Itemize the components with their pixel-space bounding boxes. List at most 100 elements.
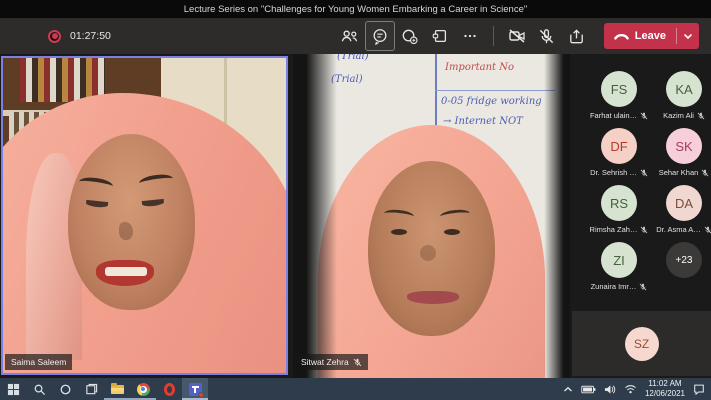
- participant-farhat[interactable]: FS Farhat ulain…: [588, 71, 650, 120]
- avatar: DF: [601, 128, 637, 164]
- participant-kazim[interactable]: KA Kazim Ali: [653, 71, 711, 120]
- task-view-button[interactable]: [78, 378, 104, 400]
- meeting-timer: 01:27:50: [70, 30, 111, 42]
- chevron-down-icon: [683, 33, 693, 40]
- people-icon: [340, 27, 359, 46]
- windows-taskbar: 11:02 AM 12/06/2021: [0, 378, 711, 400]
- search-button[interactable]: [26, 378, 52, 400]
- avatar: SZ: [625, 327, 659, 361]
- whiteboard-text: → Internet NOT: [443, 116, 523, 127]
- breakout-rooms-icon: [431, 27, 449, 45]
- toolbar-divider: [493, 26, 494, 46]
- participant-name: Saima Saleem: [11, 357, 66, 367]
- reactions-icon: [400, 27, 419, 46]
- teams-button[interactable]: [182, 378, 208, 400]
- avatar: SK: [666, 128, 702, 164]
- battery-icon: [581, 385, 596, 394]
- meeting-toolbar: 01:27:50: [0, 18, 711, 54]
- leave-button-label: Leave: [635, 30, 666, 42]
- participants-button[interactable]: [335, 21, 365, 51]
- avatar: RS: [601, 185, 637, 221]
- video-tile-sitwat-zehra[interactable]: (Trial) (Trial) Important No 0-05 fridge…: [293, 54, 570, 378]
- recording-icon: [48, 30, 61, 43]
- window-title: Lecture Series on "Challenges for Young …: [184, 4, 527, 15]
- opera-button[interactable]: [156, 378, 182, 400]
- hidden-icons-button[interactable]: [563, 386, 573, 393]
- cortana-icon: [59, 383, 72, 396]
- muted-mic-icon: [640, 226, 648, 234]
- chat-icon: [371, 27, 389, 45]
- file-explorer-button[interactable]: [104, 378, 130, 400]
- clock-time: 11:02 AM: [645, 379, 685, 389]
- participant-sehrish[interactable]: DF Dr. Sehrish …: [588, 128, 650, 177]
- network-button[interactable]: [624, 384, 637, 394]
- chevron-up-icon: [563, 386, 573, 393]
- mic-toggle-button[interactable]: [532, 21, 562, 51]
- participant-overflow-count[interactable]: +23: [653, 242, 711, 278]
- share-screen-icon: [567, 27, 586, 46]
- chrome-icon: [137, 383, 150, 396]
- teams-meeting-window: Lecture Series on "Challenges for Young …: [0, 0, 711, 400]
- file-explorer-icon: [111, 385, 124, 394]
- more-options-icon: [461, 27, 479, 45]
- opera-icon: [164, 383, 175, 396]
- teams-icon: [189, 383, 202, 396]
- participants-sidebar: FS Farhat ulain… KA Kazim Ali DF Dr. Seh…: [570, 54, 711, 378]
- mic-off-icon: [537, 27, 556, 46]
- participant-sehar[interactable]: SK Sehar Khan: [653, 128, 711, 177]
- window-title-bar: Lecture Series on "Challenges for Young …: [0, 0, 711, 18]
- overflow-avatar: +23: [666, 242, 702, 278]
- leave-options-button[interactable]: [677, 23, 699, 49]
- notification-dot: [198, 392, 204, 398]
- clock-date: 12/06/2021: [645, 389, 685, 399]
- whiteboard-text: 0-05 fridge working: [441, 96, 542, 107]
- network-icon: [624, 384, 637, 394]
- cortana-button[interactable]: [52, 378, 78, 400]
- whiteboard-text: (Trial): [337, 54, 369, 62]
- participant-asma[interactable]: DA Dr. Asma A…: [653, 185, 711, 234]
- avatar: DA: [666, 185, 702, 221]
- system-tray: 11:02 AM 12/06/2021: [563, 379, 711, 400]
- participant-name-label: Sitwat Zehra: [295, 354, 368, 370]
- task-view-icon: [85, 383, 98, 396]
- muted-mic-icon: [701, 169, 709, 177]
- muted-mic-icon: [697, 112, 705, 120]
- volume-button[interactable]: [604, 384, 616, 395]
- participant-zunaira[interactable]: ZI Zunaira Imr…: [588, 242, 650, 291]
- muted-mic-icon: [353, 358, 362, 367]
- breakout-rooms-button[interactable]: [425, 21, 455, 51]
- camera-off-icon: [507, 26, 527, 46]
- windows-logo-icon: [7, 383, 20, 396]
- avatar: KA: [666, 71, 702, 107]
- reactions-button[interactable]: [395, 21, 425, 51]
- muted-mic-icon: [640, 169, 648, 177]
- video-tile-sz[interactable]: SZ: [572, 311, 711, 376]
- muted-mic-icon: [704, 226, 711, 234]
- leave-button[interactable]: Leave: [604, 23, 676, 49]
- more-options-button[interactable]: [455, 21, 485, 51]
- hang-up-icon: [614, 31, 629, 41]
- search-icon: [33, 383, 46, 396]
- recording-indicator-group: 01:27:50: [48, 30, 111, 43]
- camera-toggle-button[interactable]: [502, 21, 532, 51]
- muted-mic-icon: [640, 112, 648, 120]
- participant-name: Sitwat Zehra: [301, 357, 349, 367]
- avatar: FS: [601, 71, 637, 107]
- chat-button[interactable]: [365, 21, 395, 51]
- avatar: ZI: [601, 242, 637, 278]
- start-button[interactable]: [0, 378, 26, 400]
- participant-name-label: Saima Saleem: [5, 354, 72, 370]
- battery-button[interactable]: [581, 385, 596, 394]
- whiteboard-text: Important No: [445, 62, 514, 73]
- action-center-icon: [693, 383, 705, 395]
- share-screen-button[interactable]: [562, 21, 592, 51]
- chrome-button[interactable]: [130, 378, 156, 400]
- video-feed-right: (Trial) (Trial) Important No 0-05 fridge…: [293, 54, 570, 378]
- muted-mic-icon: [639, 283, 647, 291]
- taskbar-clock[interactable]: 11:02 AM 12/06/2021: [645, 379, 685, 400]
- action-center-button[interactable]: [693, 383, 705, 395]
- participant-rimsha[interactable]: RS Rimsha Zah…: [588, 185, 650, 234]
- video-feed-left: [3, 58, 286, 373]
- leave-button-group: Leave: [604, 23, 699, 49]
- video-tile-saima-saleem[interactable]: Saima Saleem: [1, 56, 288, 375]
